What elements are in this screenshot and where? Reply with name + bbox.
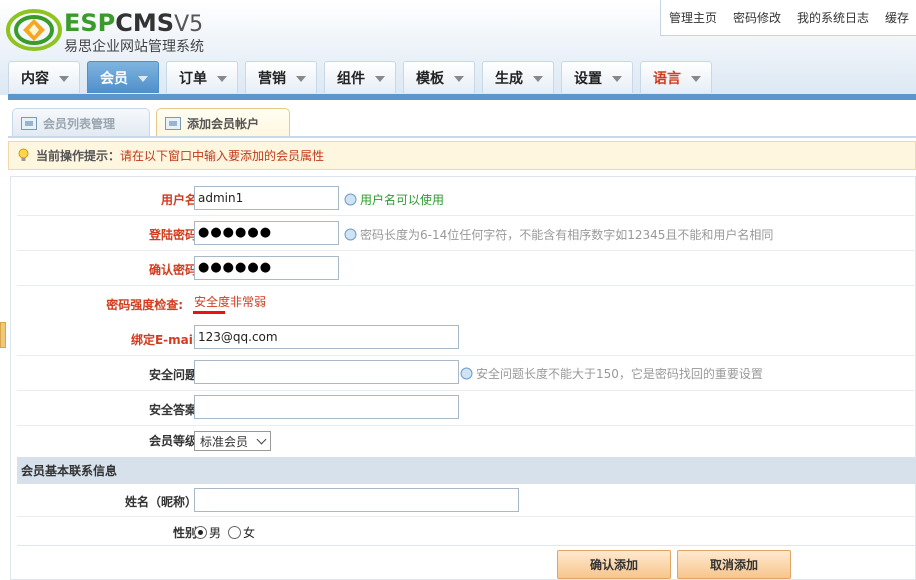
window-icon: [21, 116, 37, 130]
subtab-add-member[interactable]: 添加会员帐户: [156, 108, 290, 137]
chevron-down-icon: [691, 76, 701, 82]
nav-tab-language[interactable]: 语言: [640, 61, 712, 93]
top-link-cache[interactable]: 缓存: [877, 9, 916, 26]
radio-checked-icon: [194, 526, 207, 539]
strength-label: 密码强度检查:: [106, 298, 183, 312]
hint-label: 当前操作提示：: [36, 149, 121, 163]
add-member-form: 用户名 admin1 用户名可以使用 登陆密码 ●●●●●● 密码长度为6-14…: [10, 176, 916, 580]
nav-tab-components[interactable]: 组件: [324, 61, 396, 93]
strength-value: 安全度非常弱: [194, 295, 267, 309]
nav-underline: [8, 94, 916, 100]
username-label: 用户名: [160, 193, 197, 207]
radio-unchecked-icon: [228, 526, 241, 539]
answer-row: 安全答案: [17, 391, 916, 426]
window-icon: [165, 116, 181, 130]
email-input[interactable]: 123@qq.com: [194, 325, 459, 349]
gender-row: 性别 男 女: [17, 517, 916, 546]
chevron-down-icon: [59, 76, 69, 82]
confirm-password-row: 确认密码 ●●●●●●: [17, 251, 916, 286]
confirm-add-button[interactable]: 确认添加: [557, 550, 671, 579]
top-link-password[interactable]: 密码修改: [725, 9, 789, 26]
gender-female-radio[interactable]: 女: [228, 524, 255, 541]
chevron-down-icon: [296, 76, 306, 82]
nav-tab-settings[interactable]: 设置: [561, 61, 633, 93]
email-label: 绑定E-mail: [130, 333, 197, 347]
question-input[interactable]: [194, 360, 459, 384]
confirm-password-input[interactable]: ●●●●●●: [194, 256, 339, 280]
subtab-divider: [8, 136, 916, 138]
level-label: 会员等级: [148, 434, 197, 448]
sub-tabs: 会员列表管理 添加会员帐户: [12, 108, 296, 137]
brand-subtitle: 易思企业网站管理系统: [64, 39, 204, 55]
chevron-down-icon: [612, 76, 622, 82]
strength-bar: [193, 311, 225, 314]
nav-tab-members[interactable]: 会员: [87, 61, 159, 93]
email-row: 绑定E-mail 123@qq.com: [17, 321, 916, 356]
password-row: 登陆密码 ●●●●●● 密码长度为6-14位任何字符，不能含有相序数字如1234…: [17, 216, 916, 251]
answer-label: 安全答案: [148, 403, 197, 417]
nav-tab-generate[interactable]: 生成: [482, 61, 554, 93]
top-link-logs[interactable]: 我的系统日志: [789, 9, 877, 26]
brand-wordmark: ESPCMSV5: [64, 9, 204, 37]
nav-tab-templates[interactable]: 模板: [403, 61, 475, 93]
top-links: 管理主页 密码修改 我的系统日志 缓存: [660, 0, 916, 36]
side-collapse-handle[interactable]: [0, 322, 6, 348]
main-nav: 内容 会员 订单 营销 组件 模板 生成 设置 语言: [8, 61, 719, 93]
username-input[interactable]: admin1: [194, 186, 339, 210]
chevron-down-icon: [256, 434, 267, 445]
level-row: 会员等级 标准会员: [17, 426, 916, 457]
nav-tab-content[interactable]: 内容: [8, 61, 80, 93]
password-tip: 密码长度为6-14位任何字符，不能含有相序数字如12345且不能和用户名相同: [344, 226, 773, 243]
chevron-down-icon: [533, 76, 543, 82]
password-label: 登陆密码: [148, 228, 197, 242]
top-link-home[interactable]: 管理主页: [661, 9, 725, 26]
password-input[interactable]: ●●●●●●: [194, 221, 339, 245]
info-icon: [460, 367, 473, 380]
chevron-down-icon: [217, 76, 227, 82]
name-input[interactable]: [194, 488, 519, 512]
gender-male-radio[interactable]: 男: [194, 524, 221, 541]
operation-hint: 当前操作提示： 请在以下窗口中输入要添加的会员属性: [8, 141, 916, 170]
name-label: 姓名（昵称）: [124, 495, 197, 509]
username-tip: 用户名可以使用: [344, 191, 444, 208]
chevron-down-icon: [138, 76, 148, 82]
chevron-down-icon: [454, 76, 464, 82]
nav-tab-marketing[interactable]: 营销: [245, 61, 317, 93]
name-row: 姓名（昵称）: [17, 484, 916, 517]
confirm-password-label: 确认密码: [148, 263, 197, 277]
question-tip: 安全问题长度不能大于150，它是密码找回的重要设置: [460, 365, 763, 382]
answer-input[interactable]: [194, 395, 459, 419]
info-icon: [344, 228, 357, 241]
info-icon: [344, 193, 357, 206]
username-row: 用户名 admin1 用户名可以使用: [17, 181, 916, 216]
espcms-logo: [6, 9, 62, 51]
contact-section-header: 会员基本联系信息: [17, 457, 916, 484]
member-level-select[interactable]: 标准会员: [194, 431, 271, 451]
subtab-member-list[interactable]: 会员列表管理: [12, 108, 150, 137]
chevron-down-icon: [375, 76, 385, 82]
cancel-add-button[interactable]: 取消添加: [677, 550, 791, 579]
strength-row: 密码强度检查:: [17, 286, 916, 321]
question-label: 安全问题: [148, 368, 197, 382]
hint-text: 请在以下窗口中输入要添加的会员属性: [120, 149, 325, 163]
question-row: 安全问题 安全问题长度不能大于150，它是密码找回的重要设置: [17, 356, 916, 391]
lightbulb-icon: [18, 148, 29, 161]
nav-tab-orders[interactable]: 订单: [166, 61, 238, 93]
